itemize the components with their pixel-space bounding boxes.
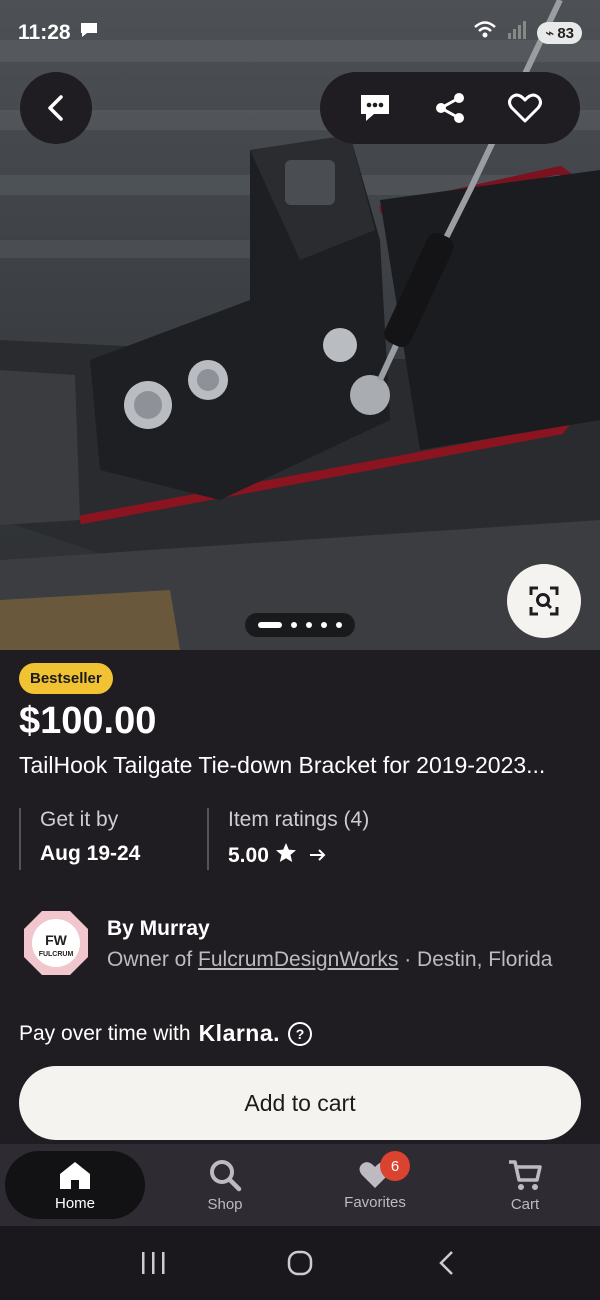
cart-icon [509, 1159, 542, 1190]
scan-search-icon [529, 586, 559, 616]
status-time: 11:28 [18, 21, 71, 44]
wifi-icon [473, 20, 497, 46]
bottom-navigation: Home Shop Favorites 6 Cart [0, 1144, 600, 1226]
recent-apps-icon [142, 1252, 165, 1274]
system-navigation-bar [0, 1226, 600, 1300]
share-icon [435, 93, 464, 123]
chevron-left-icon [48, 95, 63, 121]
bestseller-badge: Bestseller [19, 663, 113, 694]
nav-favorites-label: Favorites [344, 1193, 406, 1211]
pagination-dot[interactable] [321, 622, 327, 628]
delivery-date: Aug 19-24 [40, 842, 141, 865]
favorite-button[interactable] [500, 83, 550, 133]
nav-shop-label: Shop [207, 1195, 243, 1213]
nav-shop[interactable]: Shop [155, 1151, 295, 1219]
logo-text: FULCRUM [39, 951, 74, 958]
klarna-financing[interactable]: Pay over time with Klarna. ? [19, 1020, 313, 1047]
back-button[interactable] [20, 72, 92, 144]
delivery-label: Get it by [40, 808, 119, 831]
action-bar [320, 72, 580, 144]
recent-apps-button[interactable] [123, 1238, 183, 1288]
product-title[interactable]: TailHook Tailgate Tie-down Bracket for 2… [19, 752, 584, 779]
share-button[interactable] [425, 83, 475, 133]
home-system-button[interactable] [270, 1238, 330, 1288]
chat-icon [361, 95, 390, 121]
klarna-logo: Klarna. [198, 1020, 281, 1046]
back-system-button[interactable] [417, 1238, 477, 1288]
battery-indicator: ⌁ 83 [537, 22, 582, 44]
seller-location: · Destin, Florida [404, 948, 553, 971]
message-button[interactable] [350, 83, 400, 133]
search-icon [210, 1159, 242, 1191]
pagination-dot[interactable] [306, 622, 312, 628]
pagination-dot-active[interactable] [258, 622, 282, 628]
battery-level: 83 [557, 24, 574, 42]
product-price: $100.00 [19, 700, 157, 742]
signal-icon [507, 21, 527, 45]
message-notification-icon [79, 21, 99, 45]
item-ratings[interactable]: Item ratings (4) 5.00 [207, 808, 369, 870]
back-arrow-icon [438, 1251, 453, 1275]
heart-icon [507, 93, 542, 123]
visual-search-button[interactable] [507, 564, 581, 638]
nav-home[interactable]: Home [5, 1151, 145, 1219]
ratings-label: Item ratings (4) [228, 808, 370, 831]
rating-value: 5.00 [228, 843, 269, 867]
gallery-pagination [245, 613, 355, 637]
nav-favorites[interactable]: Favorites 6 [305, 1151, 445, 1219]
star-icon [275, 842, 297, 869]
klarna-text: Pay over time with [19, 1021, 191, 1045]
pagination-dot[interactable] [291, 622, 297, 628]
seller-details: Owner of FulcrumDesignWorks · Destin, Fl… [107, 948, 552, 972]
battery-icon: ⌁ [545, 25, 555, 42]
pagination-dot[interactable] [336, 622, 342, 628]
delivery-estimate: Get it by Aug 19-24 [19, 808, 140, 870]
favorites-count-badge: 6 [380, 1151, 410, 1181]
nav-cart-label: Cart [510, 1195, 540, 1213]
nav-home-label: Home [54, 1194, 95, 1212]
home-circle-icon [287, 1250, 313, 1276]
nav-cart[interactable]: Cart [455, 1151, 595, 1219]
logo-initials: FW [45, 932, 68, 948]
shop-link[interactable]: FulcrumDesignWorks [198, 948, 398, 971]
product-image-gallery[interactable]: 11:28 ⌁ 83 [0, 0, 600, 650]
owner-prefix: Owner of [107, 948, 193, 971]
seller-name[interactable]: By Murray [107, 917, 210, 941]
status-bar: 11:28 ⌁ 83 [0, 0, 600, 66]
help-icon[interactable]: ? [288, 1021, 313, 1046]
add-to-cart-button[interactable]: Add to cart [19, 1066, 581, 1140]
arrow-right-icon[interactable] [309, 844, 327, 868]
shop-logo-avatar[interactable]: FW FULCRUM [22, 909, 90, 977]
home-icon [60, 1161, 90, 1189]
